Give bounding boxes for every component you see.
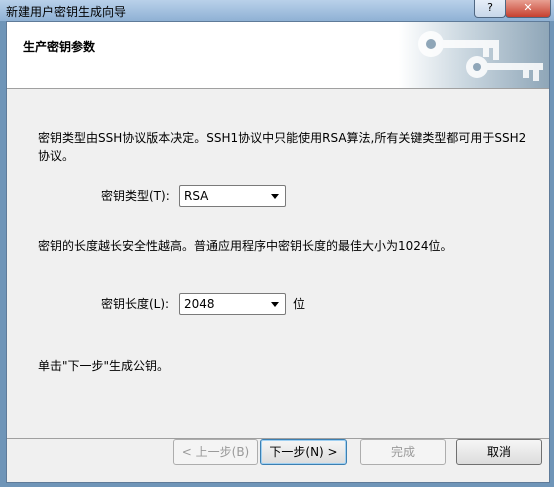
window-title: 新建用户密钥生成向导 bbox=[6, 5, 127, 19]
key-length-value: 2048 bbox=[184, 297, 215, 311]
wizard-header: 生产密钥参数 bbox=[7, 22, 549, 89]
key-length-label: 密钥长度(L): bbox=[101, 297, 170, 311]
keys-banner-icon bbox=[399, 22, 549, 88]
chevron-down-icon bbox=[271, 194, 279, 199]
chevron-down-icon bbox=[271, 302, 279, 307]
back-button[interactable]: < 上一步(B) bbox=[173, 439, 258, 465]
key-length-note: 密钥的长度越长安全性越高。普通应用程序中密钥长度的最佳大小为1024位。 bbox=[38, 239, 453, 253]
key-type-label: 密钥类型(T): bbox=[101, 189, 170, 203]
finish-button[interactable]: 完成 bbox=[360, 439, 446, 465]
next-button[interactable]: 下一步(N) > bbox=[260, 439, 347, 465]
key-length-select[interactable]: 2048 bbox=[179, 293, 286, 315]
close-button[interactable]: ✕ bbox=[505, 0, 551, 18]
cancel-button[interactable]: 取消 bbox=[456, 439, 542, 465]
key-length-unit: 位 bbox=[293, 297, 306, 311]
intro-text-line2: 协议。 bbox=[38, 149, 75, 163]
wizard-content: 密钥类型由SSH协议版本决定。SSH1协议中只能使用RSA算法,所有关键类型都可… bbox=[7, 89, 549, 439]
page-title: 生产密钥参数 bbox=[23, 40, 96, 54]
key-type-select[interactable]: RSA bbox=[179, 185, 286, 207]
next-hint-text: 单击"下一步"生成公钥。 bbox=[38, 359, 170, 373]
title-bar: 新建用户密钥生成向导 ? ✕ bbox=[0, 0, 554, 21]
key-type-value: RSA bbox=[184, 189, 209, 203]
help-button[interactable]: ? bbox=[474, 0, 506, 18]
wizard-dialog: 生产密钥参数 密钥类型由SSH协议版本决定。SSH1协议中只能使用RSA算法,所… bbox=[6, 21, 550, 483]
intro-text-line1: 密钥类型由SSH协议版本决定。SSH1协议中只能使用RSA算法,所有关键类型都可… bbox=[38, 131, 527, 145]
